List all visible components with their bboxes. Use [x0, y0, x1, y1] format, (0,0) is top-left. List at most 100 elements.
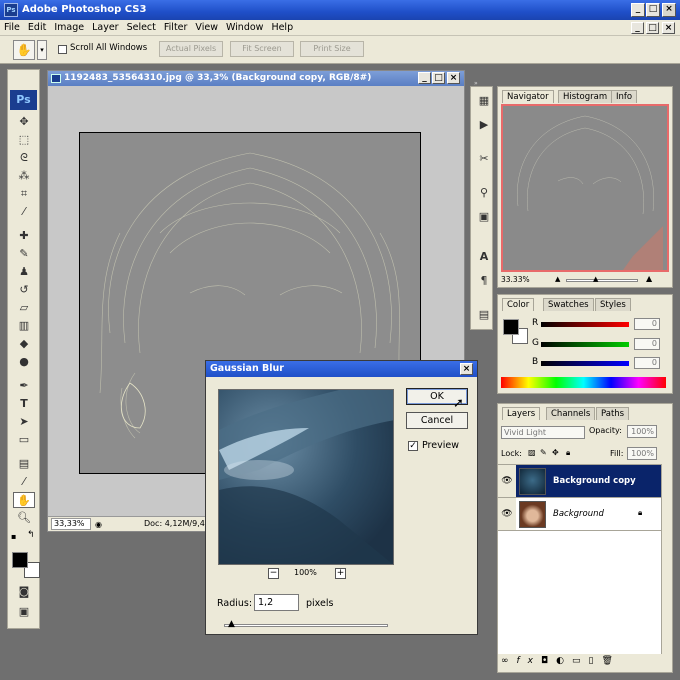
maximize-icon[interactable]: □: [646, 3, 660, 17]
radius-input[interactable]: 1,2: [254, 594, 299, 611]
hand-tool-icon[interactable]: ✋: [13, 492, 35, 508]
dialog-close-icon[interactable]: ×: [460, 363, 473, 375]
menu-edit[interactable]: Edit: [24, 20, 50, 36]
blend-mode-select[interactable]: Vivid Light: [501, 426, 585, 439]
actions-palette-icon[interactable]: ▶: [473, 117, 495, 133]
eye-icon[interactable]: 👁︎: [498, 498, 516, 530]
layer-name[interactable]: Background copy: [553, 476, 636, 486]
eyedropper-tool-icon[interactable]: ⁄: [13, 204, 35, 220]
color-spectrum-bar[interactable]: [501, 377, 666, 388]
tab-info[interactable]: Info: [611, 90, 638, 103]
menu-filter[interactable]: Filter: [160, 20, 192, 36]
character-palette-icon[interactable]: A: [473, 249, 495, 265]
fit-screen-button[interactable]: Fit Screen: [230, 41, 294, 57]
document-minimize-icon[interactable]: _: [418, 72, 431, 84]
tab-color[interactable]: Color: [502, 298, 535, 311]
minimize-icon[interactable]: _: [631, 3, 645, 17]
info-palette-icon[interactable]: ▤: [473, 307, 495, 323]
navigator-zoom-value[interactable]: 33.33%: [501, 275, 530, 284]
new-layer-icon[interactable]: ▯: [589, 656, 602, 666]
g-value[interactable]: 0: [634, 338, 660, 350]
menu-image[interactable]: Image: [50, 20, 88, 36]
link-layers-icon[interactable]: ∞: [501, 656, 517, 666]
tab-navigator[interactable]: Navigator: [502, 90, 554, 103]
print-size-button[interactable]: Print Size: [300, 41, 364, 57]
scroll-all-checkbox[interactable]: [58, 45, 67, 54]
magic-wand-tool-icon[interactable]: ⁂: [13, 168, 35, 184]
r-value[interactable]: 0: [634, 318, 660, 330]
preview-checkbox[interactable]: ✓: [408, 441, 418, 451]
dock-collapse-icon[interactable]: »: [474, 80, 478, 87]
foreground-color-swatch[interactable]: [12, 552, 28, 568]
crop-tool-icon[interactable]: ⌗: [13, 186, 35, 202]
lasso-tool-icon[interactable]: ᘓ: [13, 150, 35, 166]
tab-styles[interactable]: Styles: [595, 298, 631, 311]
lock-pixels-icon[interactable]: ✎: [540, 448, 547, 457]
move-tool-icon[interactable]: ✥: [13, 114, 35, 130]
close-icon[interactable]: ×: [662, 3, 676, 17]
eye-icon[interactable]: 👁︎: [498, 465, 516, 497]
type-tool-icon[interactable]: T: [13, 396, 35, 412]
actual-pixels-button[interactable]: Actual Pixels: [159, 41, 223, 57]
doc-restore-icon[interactable]: □: [646, 22, 659, 34]
swap-colors-icon[interactable]: ↰: [27, 530, 35, 540]
document-close-icon[interactable]: ×: [447, 72, 460, 84]
lock-position-icon[interactable]: ✥: [552, 448, 559, 457]
g-slider[interactable]: [541, 342, 629, 347]
delete-layer-icon[interactable]: 🗑︎: [601, 656, 620, 666]
layer-background[interactable]: 👁︎ Background 🔒︎: [498, 498, 661, 531]
notes-tool-icon[interactable]: ▤: [13, 456, 35, 472]
menu-help[interactable]: Help: [267, 20, 297, 36]
tool-presets-icon[interactable]: ✂: [473, 151, 495, 167]
b-value[interactable]: 0: [634, 357, 660, 369]
radius-slider-thumb[interactable]: ▲: [228, 619, 235, 629]
layer-background-copy[interactable]: 👁︎ Background copy: [498, 465, 661, 498]
brush-tool-icon[interactable]: ✎: [13, 246, 35, 262]
adjustment-layer-icon[interactable]: ◐: [556, 656, 572, 666]
radius-slider[interactable]: [224, 624, 388, 627]
doc-minimize-icon[interactable]: _: [631, 22, 644, 34]
lock-all-icon[interactable]: 🔒︎: [566, 448, 570, 458]
r-slider[interactable]: [541, 322, 629, 327]
blur-tool-icon[interactable]: ◆: [13, 336, 35, 352]
tab-swatches[interactable]: Swatches: [543, 298, 594, 311]
color-fg-swatch[interactable]: [503, 319, 519, 335]
eraser-tool-icon[interactable]: ▱: [13, 300, 35, 316]
default-colors-icon[interactable]: ▪: [11, 532, 16, 541]
menu-select[interactable]: Select: [123, 20, 160, 36]
menu-file[interactable]: File: [0, 20, 24, 36]
tab-layers[interactable]: Layers: [502, 407, 541, 420]
lock-transparency-icon[interactable]: ▨: [528, 448, 536, 457]
zoom-field[interactable]: 33,33%: [51, 518, 91, 530]
menu-window[interactable]: Window: [222, 20, 267, 36]
screen-mode-icon[interactable]: ▣: [13, 604, 35, 620]
opacity-field[interactable]: 100%: [627, 425, 657, 438]
history-brush-tool-icon[interactable]: ↺: [13, 282, 35, 298]
tab-histogram[interactable]: Histogram: [558, 90, 613, 103]
marquee-tool-icon[interactable]: ⬚: [13, 132, 35, 148]
preview-zoom-out-button[interactable]: −: [268, 568, 279, 579]
clone-stamp-tool-icon[interactable]: ♟: [13, 264, 35, 280]
path-selection-tool-icon[interactable]: ➤: [13, 414, 35, 430]
layer-name[interactable]: Background: [553, 509, 604, 519]
navigator-view-box[interactable]: [501, 104, 669, 272]
preset-dropdown-icon[interactable]: ▾: [37, 40, 47, 60]
preview-zoom-in-button[interactable]: +: [335, 568, 346, 579]
menu-layer[interactable]: Layer: [88, 20, 123, 36]
navigator-slider-thumb[interactable]: ▲: [593, 275, 598, 283]
pen-tool-icon[interactable]: ✒: [13, 378, 35, 394]
dodge-tool-icon[interactable]: ●: [13, 354, 35, 370]
gradient-tool-icon[interactable]: ▥: [13, 318, 35, 334]
quick-mask-icon[interactable]: ◙: [13, 584, 35, 600]
menu-view[interactable]: View: [191, 20, 222, 36]
tab-channels[interactable]: Channels: [546, 407, 596, 420]
layers-scrollbar[interactable]: [661, 464, 672, 654]
navigator-zoom-slider[interactable]: [566, 279, 638, 282]
cancel-button[interactable]: Cancel: [406, 412, 468, 429]
hand-tool-preset-icon[interactable]: ✋: [13, 40, 35, 60]
document-maximize-icon[interactable]: □: [432, 72, 445, 84]
healing-brush-tool-icon[interactable]: ✚: [13, 228, 35, 244]
layer-comps-icon[interactable]: ▣: [473, 209, 495, 225]
status-info-icon[interactable]: ◉: [95, 518, 102, 532]
paragraph-palette-icon[interactable]: ¶: [473, 273, 495, 289]
